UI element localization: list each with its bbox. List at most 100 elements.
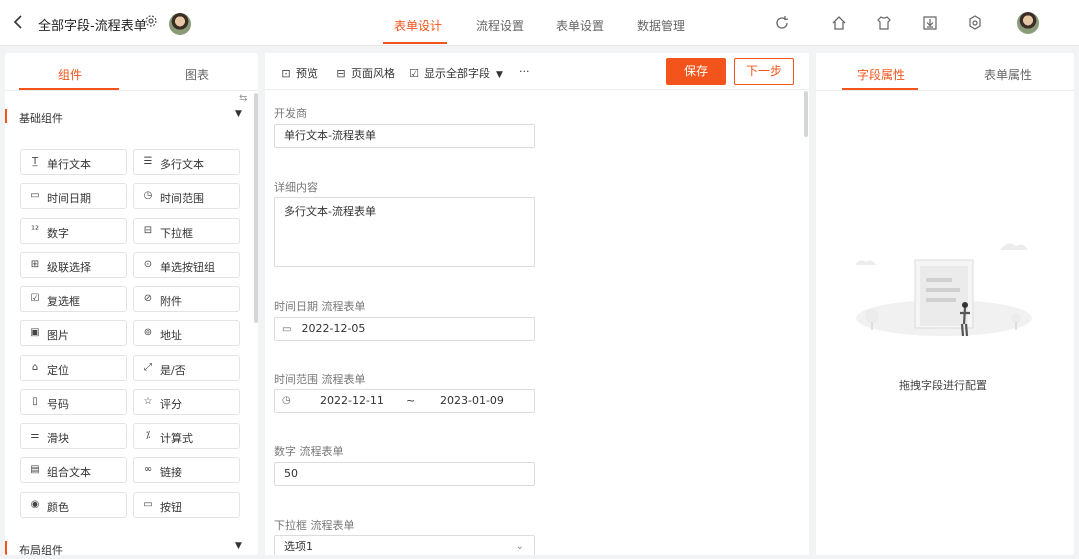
caret-down-icon[interactable]: ▼: [235, 541, 242, 551]
more-button[interactable]: ···: [519, 65, 530, 78]
component-icon: ▭: [143, 499, 153, 510]
date-picker[interactable]: ▭ 2022-12-05: [274, 317, 535, 341]
tab-charts[interactable]: 图表: [185, 66, 209, 83]
caret-down-icon[interactable]: ▼: [235, 109, 242, 119]
field-label: 数字 流程表单: [274, 445, 344, 458]
tab-form-settings[interactable]: 表单设置: [556, 17, 604, 34]
tab-field-properties[interactable]: 字段属性: [857, 66, 905, 83]
divider: [5, 90, 258, 91]
section-basic-components[interactable]: 基础组件 ▼: [5, 107, 258, 127]
component-icon: ⊚: [143, 327, 153, 338]
component-item[interactable]: T̲ 单行文本: [20, 149, 127, 175]
chevron-down-icon: ⌄: [515, 541, 524, 552]
component-item[interactable]: ▭ 时间日期: [20, 183, 127, 209]
component-icon: ☰: [143, 156, 153, 167]
component-item[interactable]: ▤ 组合文本: [20, 457, 127, 483]
component-icon: ⊟: [143, 225, 153, 236]
tab-form-properties[interactable]: 表单属性: [984, 66, 1032, 83]
component-item[interactable]: ◉ 颜色: [20, 492, 127, 518]
component-label: 是/否: [160, 364, 186, 377]
component-label: 数字: [47, 227, 69, 240]
component-label: 滑块: [47, 432, 69, 445]
tab-components[interactable]: 组件: [58, 66, 82, 83]
field-label: 下拉框 流程表单: [274, 519, 355, 532]
component-icon: ▣: [30, 327, 40, 338]
scrollbar[interactable]: [804, 91, 808, 137]
section-marker: [5, 109, 7, 123]
settings-icon[interactable]: [966, 14, 984, 32]
tab-flow-settings[interactable]: 流程设置: [476, 17, 524, 34]
component-item[interactable]: ⊘ 附件: [133, 286, 240, 312]
component-icon: ⁒: [145, 430, 151, 441]
section-layout-components[interactable]: 布局组件 ▼: [5, 539, 258, 555]
scrollbar[interactable]: [254, 93, 258, 323]
component-label: 计算式: [160, 432, 193, 445]
swap-icon[interactable]: ⇆: [239, 93, 247, 104]
date-range-picker[interactable]: ◷ 2022-12-11 ~ 2023-01-09: [274, 389, 535, 413]
home-icon[interactable]: [830, 14, 848, 32]
component-item[interactable]: ∞ 链接: [133, 457, 240, 483]
refresh-icon[interactable]: [773, 14, 791, 32]
component-label: 下拉框: [160, 227, 193, 240]
component-label: 多行文本: [160, 158, 204, 171]
field-label: 时间日期 流程表单: [274, 300, 366, 313]
range-end: 2023-01-09: [440, 394, 504, 407]
range-separator: ~: [406, 394, 416, 407]
component-item[interactable]: ⁒ 计算式: [133, 423, 240, 449]
number-input[interactable]: 50: [274, 462, 535, 486]
gear-icon[interactable]: [144, 14, 158, 28]
shirt-icon[interactable]: [875, 14, 893, 32]
component-item[interactable]: ⊙ 单选按钮组: [133, 252, 240, 278]
show-all-fields-dropdown[interactable]: ☑ 显示全部字段 ▼: [408, 65, 503, 81]
next-step-button[interactable]: 下一步: [734, 58, 794, 85]
tab-form-design[interactable]: 表单设计: [394, 17, 442, 34]
component-item[interactable]: ⤢ 是/否: [133, 355, 240, 381]
component-item[interactable]: ▣ 图片: [20, 320, 127, 346]
component-icon: ⤢: [144, 362, 152, 373]
form-canvas: ⊡ 预览 ⊟ 页面风格 ☑ 显示全部字段 ▼ ··· 保存 下一步 开发商 单行文本-流…: [265, 53, 809, 555]
avatar[interactable]: [169, 13, 191, 35]
component-item[interactable]: ▯ 号码: [20, 389, 127, 415]
component-item[interactable]: ⊞ 级联选择: [20, 252, 127, 278]
user-avatar[interactable]: [1017, 12, 1039, 34]
empty-state-illustration: [856, 243, 1032, 337]
component-item[interactable]: ☰ 多行文本: [133, 149, 240, 175]
component-item[interactable]: ⌂ 定位: [20, 355, 127, 381]
component-item[interactable]: ▭ 按钮: [133, 492, 240, 518]
section-marker: [5, 541, 7, 555]
component-label: 评分: [160, 398, 182, 411]
component-label: 链接: [160, 466, 182, 479]
component-item[interactable]: ☆ 评分: [133, 389, 240, 415]
select-value: 选项1: [284, 540, 313, 553]
select-dropdown[interactable]: 选项1 ⌄: [274, 535, 535, 555]
component-item[interactable]: ⊟ 下拉框: [133, 218, 240, 244]
component-icon: ⌂: [31, 362, 39, 373]
page-style-button[interactable]: ⊟ 页面风格: [335, 65, 395, 81]
chevron-left-icon[interactable]: [10, 13, 28, 31]
component-icon: ⊙: [143, 259, 153, 270]
component-item[interactable]: ◷ 时间范围: [133, 183, 240, 209]
text-input[interactable]: 单行文本-流程表单: [274, 124, 535, 148]
tab-data-management[interactable]: 数据管理: [637, 17, 685, 34]
checkbox-icon: ☑: [409, 67, 419, 80]
field-label: 时间范围 流程表单: [274, 373, 366, 386]
preview-button[interactable]: ⊡ 预览: [280, 65, 318, 81]
component-item[interactable]: ☑ 复选框: [20, 286, 127, 312]
section-label: 基础组件: [19, 112, 63, 125]
component-label: 附件: [160, 295, 182, 308]
component-icon: ¹²: [30, 225, 40, 236]
component-icon: ⚌: [30, 430, 40, 441]
page-style-icon: ⊟: [336, 67, 346, 80]
component-icon: ▤: [30, 464, 40, 475]
component-item[interactable]: ⚌ 滑块: [20, 423, 127, 449]
component-label: 图片: [47, 329, 69, 342]
textarea[interactable]: 多行文本-流程表单: [274, 197, 535, 267]
save-button[interactable]: 保存: [666, 58, 726, 85]
component-label: 号码: [47, 398, 69, 411]
component-item[interactable]: ⊚ 地址: [133, 320, 240, 346]
component-icon: ◉: [30, 499, 40, 510]
component-item[interactable]: ¹² 数字: [20, 218, 127, 244]
page-style-label: 页面风格: [351, 67, 395, 80]
divider: [816, 90, 1074, 91]
download-icon[interactable]: [921, 14, 939, 32]
